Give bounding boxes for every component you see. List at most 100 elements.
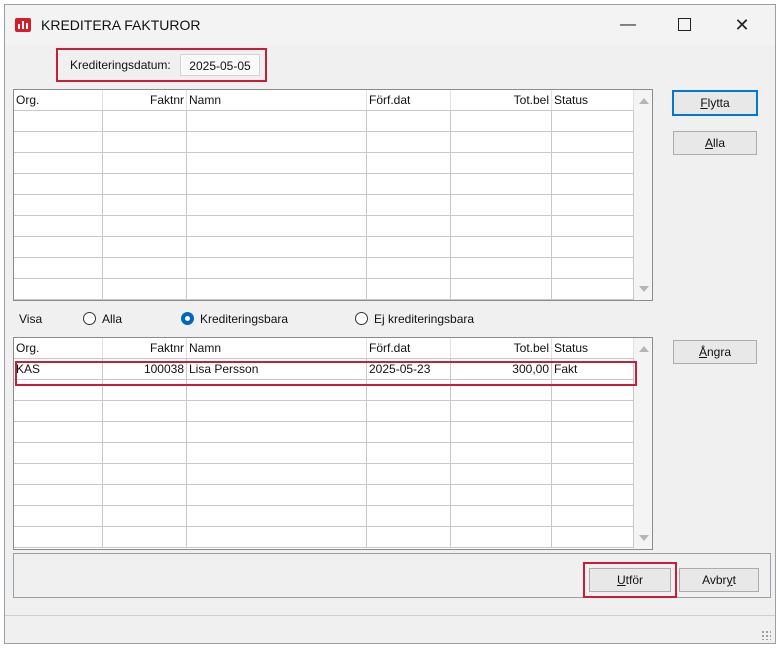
table-cell-totbel	[451, 527, 552, 547]
table-cell-status	[552, 111, 634, 131]
col-totbel[interactable]: Tot.bel	[451, 90, 552, 110]
angra-button[interactable]: Ångra	[673, 340, 757, 364]
table-cell-org	[14, 216, 103, 236]
flytta-button[interactable]: Flytta	[672, 90, 758, 116]
kreditera-fakturor-window: KREDITERA FAKTUROR — ✕ Krediteringsdatum…	[4, 4, 776, 644]
table-row[interactable]	[14, 506, 652, 527]
invoice-grid-top[interactable]: Org. Faktnr Namn Förf.dat Tot.bel Status	[13, 89, 653, 301]
table-cell-forfdat	[367, 279, 451, 299]
table-row[interactable]	[14, 464, 652, 485]
resize-grip-icon[interactable]	[761, 630, 771, 640]
table-cell-org	[14, 422, 103, 442]
table-row[interactable]	[14, 237, 652, 258]
table-cell-totbel	[451, 443, 552, 463]
table-cell-totbel	[451, 195, 552, 215]
scroll-down-icon[interactable]	[639, 286, 649, 292]
table-row[interactable]	[14, 485, 652, 506]
table-cell-totbel	[451, 464, 552, 484]
table-cell-namn	[187, 527, 367, 547]
table-cell-org	[14, 111, 103, 131]
col-faktnr[interactable]: Faktnr	[103, 90, 187, 110]
table-cell-faktnr	[103, 258, 187, 278]
table-cell-namn	[187, 422, 367, 442]
table-row[interactable]	[14, 216, 652, 237]
table-cell-namn	[187, 443, 367, 463]
radio-krediteringsbara-indicator[interactable]	[181, 312, 194, 325]
radio-alla-label: Alla	[102, 312, 123, 326]
table-cell-namn	[187, 111, 367, 131]
maximize-icon[interactable]	[661, 5, 707, 45]
table-row[interactable]	[14, 422, 652, 443]
table-row[interactable]	[14, 132, 652, 153]
table-cell-org	[14, 237, 103, 257]
table-cell-namn	[187, 195, 367, 215]
table-cell-status	[552, 527, 634, 547]
table-row[interactable]	[14, 153, 652, 174]
table-row[interactable]	[14, 111, 652, 132]
col-totbel[interactable]: Tot.bel	[451, 338, 552, 358]
table-cell-faktnr	[103, 422, 187, 442]
table-cell-faktnr	[103, 237, 187, 257]
vertical-scrollbar[interactable]	[634, 90, 652, 300]
table-cell-faktnr	[103, 216, 187, 236]
table-cell-status	[552, 422, 634, 442]
alla-button[interactable]: Alla	[673, 131, 757, 155]
table-cell-namn	[187, 464, 367, 484]
table-cell-forfdat	[367, 216, 451, 236]
table-cell-namn	[187, 132, 367, 152]
table-cell-status	[552, 464, 634, 484]
utfor-highlight	[583, 562, 677, 598]
table-cell-forfdat	[367, 464, 451, 484]
table-row[interactable]	[14, 279, 652, 300]
col-forfdat[interactable]: Förf.dat	[367, 338, 451, 358]
table-cell-forfdat	[367, 506, 451, 526]
table-cell-namn	[187, 216, 367, 236]
col-status[interactable]: Status	[552, 338, 634, 358]
table-cell-forfdat	[367, 111, 451, 131]
minimize-icon[interactable]: —	[605, 5, 651, 45]
table-row[interactable]	[14, 401, 652, 422]
table-cell-faktnr	[103, 153, 187, 173]
radio-krediteringsbara-label: Krediteringsbara	[200, 312, 289, 326]
scroll-down-icon[interactable]	[639, 535, 649, 541]
table-cell-faktnr	[103, 132, 187, 152]
col-forfdat[interactable]: Förf.dat	[367, 90, 451, 110]
table-cell-status	[552, 153, 634, 173]
scroll-up-icon[interactable]	[639, 98, 649, 104]
table-cell-forfdat	[367, 195, 451, 215]
col-status[interactable]: Status	[552, 90, 634, 110]
radio-ej-krediteringsbara-label: Ej krediteringsbara	[374, 312, 475, 326]
radio-ej-krediteringsbara[interactable]: Ej krediteringsbara	[355, 311, 505, 327]
table-row[interactable]	[14, 195, 652, 216]
grid-body	[14, 111, 652, 300]
table-cell-org	[14, 132, 103, 152]
table-row[interactable]	[14, 174, 652, 195]
col-org[interactable]: Org.	[14, 338, 103, 358]
radio-ej-krediteringsbara-indicator[interactable]	[355, 312, 368, 325]
radio-alla-indicator[interactable]	[83, 312, 96, 325]
table-cell-forfdat	[367, 237, 451, 257]
table-cell-namn	[187, 279, 367, 299]
table-cell-forfdat	[367, 153, 451, 173]
table-cell-faktnr	[103, 174, 187, 194]
selected-row-highlight	[15, 361, 637, 386]
table-cell-org	[14, 506, 103, 526]
table-cell-org	[14, 258, 103, 278]
table-cell-org	[14, 464, 103, 484]
close-icon[interactable]: ✕	[719, 5, 765, 45]
table-cell-faktnr	[103, 464, 187, 484]
radio-krediteringsbara[interactable]: Krediteringsbara	[181, 311, 321, 327]
col-faktnr[interactable]: Faktnr	[103, 338, 187, 358]
avbryt-button[interactable]: Avbryt	[679, 568, 759, 592]
table-row[interactable]	[14, 443, 652, 464]
radio-alla[interactable]: Alla	[83, 311, 163, 327]
credit-date-field[interactable]: 2025-05-05	[180, 54, 260, 76]
status-bar	[5, 615, 775, 644]
table-row[interactable]	[14, 258, 652, 279]
scroll-up-icon[interactable]	[639, 346, 649, 352]
col-org[interactable]: Org.	[14, 90, 103, 110]
col-namn[interactable]: Namn	[187, 90, 367, 110]
col-namn[interactable]: Namn	[187, 338, 367, 358]
table-cell-status	[552, 443, 634, 463]
table-row[interactable]	[14, 527, 652, 548]
